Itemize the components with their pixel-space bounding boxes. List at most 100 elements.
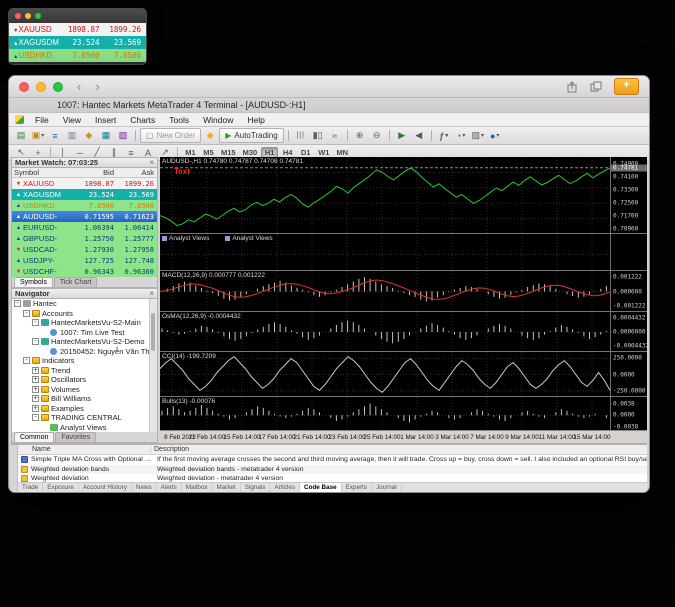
tab-common[interactable]: Common bbox=[14, 432, 54, 442]
new-tab-button[interactable]: + bbox=[614, 78, 639, 95]
tree-item-20150452-nguy-n-v-n-thanh[interactable]: 20150452: Nguyễn Văn Thanh bbox=[12, 347, 157, 357]
copy-windows-icon[interactable] bbox=[590, 81, 602, 93]
expand-icon[interactable]: + bbox=[32, 395, 39, 402]
chart-pane-main[interactable]: 0.749000.741000.733000.725000.717000.709… bbox=[160, 157, 647, 234]
new-chart-button[interactable]: ▤ bbox=[13, 129, 29, 143]
close-icon[interactable]: × bbox=[149, 289, 154, 298]
menu-view[interactable]: View bbox=[56, 115, 88, 125]
market-watch-row[interactable]: ▲USDHKD7.85007.8500 bbox=[9, 49, 146, 62]
terminal-tab-code-base[interactable]: Code Base bbox=[300, 483, 342, 492]
market-watch-row[interactable]: ▼USDCHF-0.963430.96360 bbox=[12, 266, 157, 277]
chart-pane-bulls[interactable]: 0.00380.0000-0.0038Bulls(13) -0.00076 bbox=[160, 397, 647, 430]
price-scale-bulls[interactable]: 0.00380.0000-0.0038 bbox=[610, 397, 647, 430]
market-watch-row[interactable]: ▲XAGUSDM23.52423.569 bbox=[12, 189, 157, 200]
chart-pane-osma[interactable]: 0.00044320.0000000-0.0004432OsMA(12,26,9… bbox=[160, 312, 647, 352]
analyst-views-label[interactable]: Analyst Views bbox=[162, 235, 209, 242]
market-watch-row[interactable]: ▲EURUSD-1.063941.06414 bbox=[12, 222, 157, 233]
tree-item-trading-central[interactable]: -TRADING CENTRAL bbox=[12, 413, 157, 423]
auto-scroll-button[interactable]: ▶ bbox=[394, 129, 410, 143]
expand-icon[interactable]: + bbox=[32, 367, 39, 374]
chart-shift-button[interactable]: ◀ bbox=[411, 129, 427, 143]
menu-window[interactable]: Window bbox=[196, 115, 240, 125]
price-scale-main[interactable]: 0.749000.741000.733000.725000.717000.709… bbox=[610, 157, 647, 234]
chart-pane-analyst[interactable]: Analyst Views Analyst Views bbox=[160, 234, 647, 271]
indicators-button[interactable]: ƒ▾ bbox=[436, 129, 452, 143]
tree-item-oscillators[interactable]: +Oscillators bbox=[12, 375, 157, 385]
price-scale-macd[interactable]: 0.0012220.000000-0.001222 bbox=[610, 271, 647, 312]
mini-market-watch-window[interactable]: ▼XAUUSD1898.871899.26▲XAGUSDM23.52423.56… bbox=[8, 8, 147, 65]
expand-icon[interactable]: + bbox=[32, 376, 39, 383]
collapse-icon[interactable]: - bbox=[32, 414, 39, 421]
tree-item-1007-tim-live-test[interactable]: 1007: Tim Live Test bbox=[12, 328, 157, 338]
tab-favorites[interactable]: Favorites bbox=[55, 432, 96, 442]
chart-pane-cci[interactable]: 250.00000.0000-250.0000CCI(14) -199.7209 bbox=[160, 352, 647, 397]
collapse-icon[interactable]: - bbox=[14, 300, 21, 307]
candlestick-chart-button[interactable]: ▮▯ bbox=[310, 129, 326, 143]
terminal-tab-exposure[interactable]: Exposure bbox=[43, 483, 79, 492]
terminal-tab-account-history[interactable]: Account History bbox=[79, 483, 132, 492]
market-watch-button[interactable]: ≡ bbox=[47, 129, 63, 143]
expand-icon[interactable]: + bbox=[32, 405, 39, 412]
price-scale-cci[interactable]: 250.00000.0000-250.0000 bbox=[610, 352, 647, 397]
help-button[interactable]: ●▾ bbox=[487, 129, 503, 143]
analyst-views-label[interactable]: Analyst Views bbox=[225, 235, 272, 242]
price-scale-osma[interactable]: 0.00044320.0000000-0.0004432 bbox=[610, 312, 647, 352]
pane-separator[interactable] bbox=[160, 311, 647, 312]
tree-item-volumes[interactable]: +Volumes bbox=[12, 385, 157, 395]
price-scale-analyst[interactable] bbox=[610, 234, 647, 271]
market-watch-row[interactable]: ▼XAUUSD1898.871899.26 bbox=[12, 178, 157, 189]
collapse-icon[interactable]: - bbox=[32, 338, 39, 345]
tree-item-hantecmarketsvu-s2-main[interactable]: -HantecMarketsVu-S2-Main bbox=[12, 318, 157, 328]
tree-item-examples[interactable]: +Examples bbox=[12, 404, 157, 414]
chart-text-object[interactable]: Text bbox=[174, 167, 190, 176]
collapse-icon[interactable]: - bbox=[23, 357, 30, 364]
bar-chart-button[interactable]: ||| bbox=[293, 129, 309, 143]
chart-pane-macd[interactable]: 0.0012220.000000-0.001222MACD(12,26,9) 0… bbox=[160, 271, 647, 312]
menu-help[interactable]: Help bbox=[240, 115, 271, 125]
market-watch-row[interactable]: ▲USDJPY-127.725127.748 bbox=[12, 255, 157, 266]
close-button[interactable] bbox=[15, 13, 21, 19]
market-watch-row[interactable]: ▲AUDUSD-0.715950.71623 bbox=[12, 211, 157, 222]
tab-tick-chart[interactable]: Tick Chart bbox=[54, 277, 98, 287]
tree-item-analyst-views[interactable]: Analyst Views bbox=[12, 423, 157, 433]
navigator-scrollbar[interactable] bbox=[149, 299, 157, 432]
terminal-tab-articles[interactable]: Articles bbox=[270, 483, 300, 492]
zoom-out-button[interactable]: ⊖ bbox=[369, 129, 385, 143]
terminal-tab-signals[interactable]: Signals bbox=[241, 483, 271, 492]
tree-item-bill-williams[interactable]: +Bill Williams bbox=[12, 394, 157, 404]
code-base-row[interactable]: Weighted deviation bandsWeighted deviati… bbox=[18, 465, 647, 475]
column-symbol[interactable]: Symbol bbox=[12, 168, 70, 177]
collapse-icon[interactable]: - bbox=[32, 319, 39, 326]
market-watch-row[interactable]: ▲GBPUSD-1.257501.25777 bbox=[12, 233, 157, 244]
terminal-tab-experts[interactable]: Experts bbox=[342, 483, 372, 492]
pane-separator[interactable] bbox=[160, 233, 647, 234]
terminal-tab-trade[interactable]: Trade bbox=[18, 483, 43, 492]
back-button[interactable]: ‹ bbox=[77, 80, 81, 93]
tab-symbols[interactable]: Symbols bbox=[14, 277, 53, 287]
terminal-tab-market[interactable]: Market bbox=[212, 483, 240, 492]
templates-button[interactable]: ▨▾ bbox=[470, 129, 486, 143]
menu-file[interactable]: File bbox=[28, 115, 56, 125]
forward-button[interactable]: › bbox=[95, 80, 99, 93]
metaeditor-button[interactable]: ◆ bbox=[202, 129, 218, 143]
terminal-tab-alerts[interactable]: Alerts bbox=[157, 483, 182, 492]
column-ask[interactable]: Ask bbox=[114, 168, 157, 177]
terminal-tab-mailbox[interactable]: Mailbox bbox=[182, 483, 213, 492]
market-watch-row[interactable]: ▼XAUUSD1898.871899.26 bbox=[9, 23, 146, 36]
tree-item-hantec[interactable]: -Hantec bbox=[12, 299, 157, 309]
tree-item-indicators[interactable]: -Indicators bbox=[12, 356, 157, 366]
periods-dropdown-button[interactable]: ◔▾ bbox=[453, 129, 469, 143]
menu-charts[interactable]: Charts bbox=[123, 115, 162, 125]
zoom-button[interactable] bbox=[35, 13, 41, 19]
terminal-tab-journal[interactable]: Journal bbox=[372, 483, 402, 492]
menu-tools[interactable]: Tools bbox=[162, 115, 196, 125]
share-icon[interactable] bbox=[566, 81, 578, 93]
column-name[interactable]: Name bbox=[18, 446, 151, 453]
pane-separator[interactable] bbox=[160, 270, 647, 271]
market-watch-row[interactable]: ▼USDCAD-1.279301.27958 bbox=[12, 244, 157, 255]
market-watch-row[interactable]: ▲USDHKD7.85007.8500 bbox=[12, 200, 157, 211]
pane-separator[interactable] bbox=[160, 396, 647, 397]
expand-icon[interactable]: + bbox=[32, 386, 39, 393]
window-titlebar[interactable]: ‹ › + bbox=[9, 76, 649, 98]
profiles-button[interactable]: ▣▾ bbox=[30, 129, 46, 143]
